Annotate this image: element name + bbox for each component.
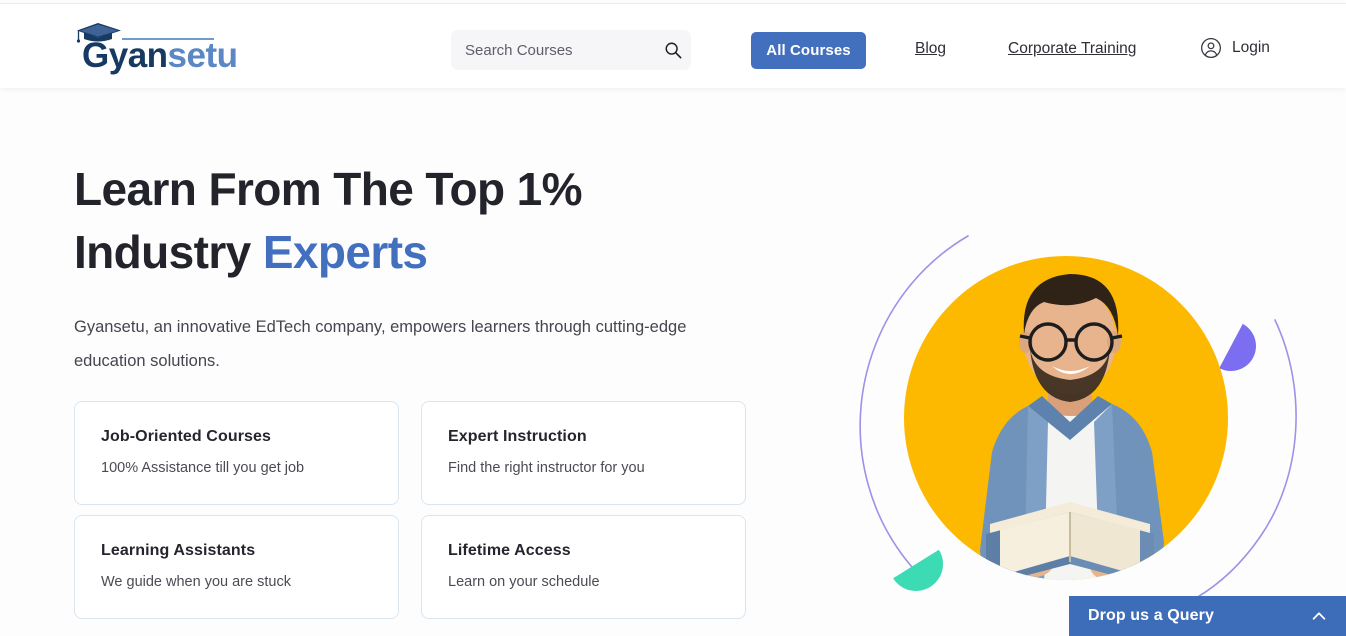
hero-circle-background — [904, 256, 1228, 580]
feature-card-title: Job-Oriented Courses — [101, 428, 272, 445]
search-icon[interactable] — [664, 41, 682, 59]
login-button[interactable]: Login — [1200, 37, 1270, 59]
page-title: Learn From The Top 1% Industry Experts — [74, 158, 714, 284]
logo-wordmark: Gyansetu — [82, 38, 238, 73]
logo-word-secondary: setu — [167, 36, 238, 75]
feature-card-expert-instruction[interactable]: Expert Instruction Find the right instru… — [421, 401, 746, 505]
feature-card-title: Expert Instruction — [448, 428, 587, 445]
feature-card-learning-assistants[interactable]: Learning Assistants We guide when you ar… — [74, 515, 399, 619]
feature-card-lifetime-access[interactable]: Lifetime Access Learn on your schedule — [421, 515, 746, 619]
search-box[interactable] — [451, 30, 691, 70]
feature-card-description: Find the right instructor for you — [448, 460, 645, 476]
user-circle-icon — [1201, 38, 1221, 58]
decor-teal-half-circle — [893, 549, 943, 591]
logo-word-primary: Gyan — [82, 36, 168, 75]
decor-arc-right — [1195, 319, 1297, 599]
nav-link-blog[interactable]: Blog — [915, 40, 946, 58]
decor-arc-left — [859, 235, 969, 581]
all-courses-button[interactable]: All Courses — [751, 32, 866, 69]
site-header: Gyansetu All Courses Blog Corporate Trai… — [0, 4, 1346, 88]
feature-card-description: We guide when you are stuck — [101, 574, 291, 590]
hero-illustration — [820, 190, 1320, 636]
feature-card-job-oriented-courses[interactable]: Job-Oriented Courses 100% Assistance til… — [74, 401, 399, 505]
drop-us-a-query-widget[interactable]: Drop us a Query — [1069, 596, 1346, 636]
decor-purple-half-circle — [1219, 323, 1256, 371]
hero-title-line1: Learn From The Top 1% — [74, 163, 583, 215]
hero-person-photo — [980, 274, 1164, 580]
feature-card-description: Learn on your schedule — [448, 574, 600, 590]
chevron-up-icon[interactable] — [1310, 607, 1328, 625]
hero-title-line2-prefix: Industry — [74, 226, 263, 278]
feature-card-grid: Job-Oriented Courses 100% Assistance til… — [74, 401, 746, 619]
search-input[interactable] — [465, 41, 664, 59]
nav-link-corporate-training[interactable]: Corporate Training — [1008, 40, 1136, 58]
hero-title-accent: Experts — [262, 226, 428, 278]
query-widget-label: Drop us a Query — [1088, 607, 1214, 624]
hero-subtitle: Gyansetu, an innovative EdTech company, … — [74, 318, 687, 370]
feature-card-title: Learning Assistants — [101, 542, 256, 559]
site-logo[interactable]: Gyansetu — [74, 20, 238, 74]
feature-card-title: Lifetime Access — [448, 542, 571, 559]
login-label: Login — [1232, 39, 1270, 56]
feature-card-description: 100% Assistance till you get job — [101, 460, 305, 476]
